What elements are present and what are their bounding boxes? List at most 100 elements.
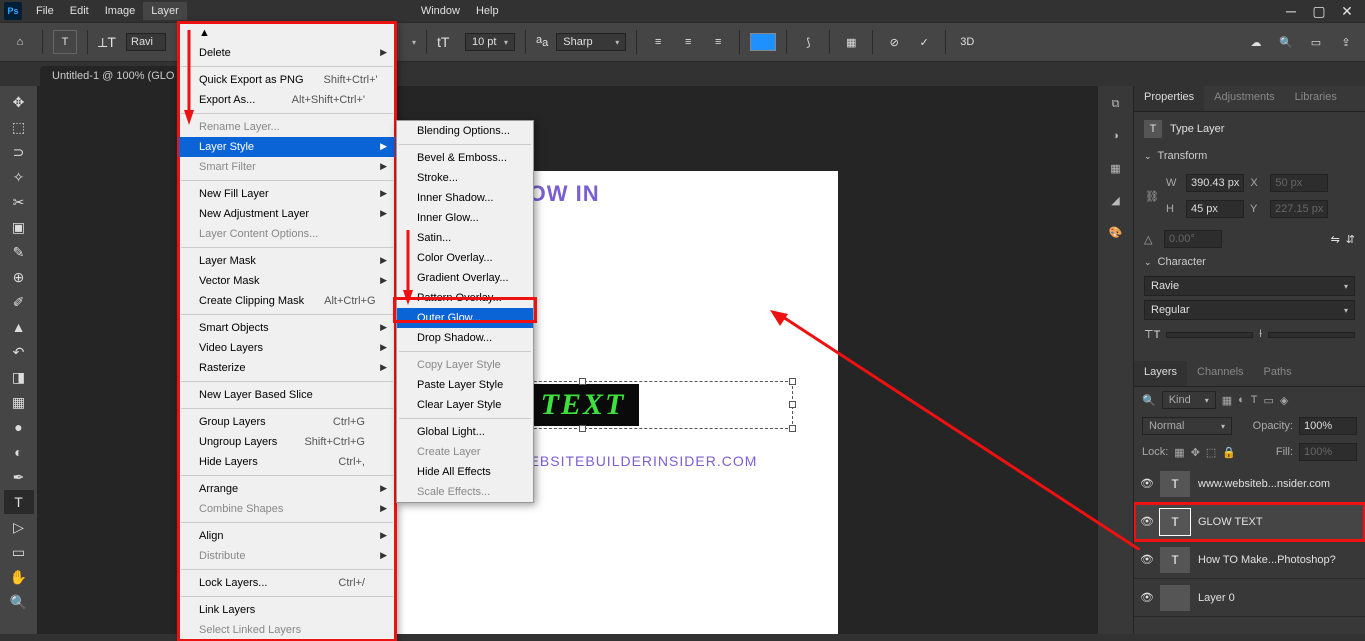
flip-h-icon[interactable]: ⇋: [1331, 233, 1340, 246]
y-field[interactable]: 227.15 px: [1270, 200, 1328, 218]
stamp-tool-icon[interactable]: ▲: [4, 315, 34, 339]
frame-tool-icon[interactable]: ▣: [4, 215, 34, 239]
dodge-tool-icon[interactable]: ◐: [4, 440, 34, 464]
heal-tool-icon[interactable]: ⊕: [4, 265, 34, 289]
zoom-tool-icon[interactable]: 🔍: [4, 590, 34, 614]
tab-adjustments[interactable]: Adjustments: [1204, 86, 1285, 111]
eyedropper-tool-icon[interactable]: ✎: [4, 240, 34, 264]
history-brush-icon[interactable]: ↶: [4, 340, 34, 364]
fill-field[interactable]: 100%: [1299, 443, 1357, 461]
menu-image[interactable]: Image: [97, 2, 144, 20]
menu-item-lock-layers-[interactable]: Lock Layers...Ctrl+/: [179, 573, 395, 593]
menu-item-select-linked-layers[interactable]: Select Linked Layers: [179, 620, 395, 640]
submenu-color-overlay-[interactable]: Color Overlay...: [397, 248, 533, 268]
submenu-bevel-emboss-[interactable]: Bevel & Emboss...: [397, 148, 533, 168]
submenu-scale-effects-[interactable]: Scale Effects...: [397, 482, 533, 502]
submenu-drop-shadow-[interactable]: Drop Shadow...: [397, 328, 533, 348]
opacity-field[interactable]: 100%: [1299, 417, 1357, 435]
type-tool-icon[interactable]: T: [4, 490, 34, 514]
close-icon[interactable]: ✕: [1333, 1, 1361, 21]
layer-row[interactable]: 👁Layer 0: [1134, 579, 1365, 617]
move-tool-icon[interactable]: ✥: [4, 90, 34, 114]
layer-row[interactable]: 👁THow TO Make...Photoshop?: [1134, 541, 1365, 579]
submenu-gradient-overlay-[interactable]: Gradient Overlay...: [397, 268, 533, 288]
menu-item-delete[interactable]: Delete▶: [179, 43, 395, 63]
tab-properties[interactable]: Properties: [1134, 86, 1204, 111]
submenu-global-light-[interactable]: Global Light...: [397, 422, 533, 442]
menu-layer[interactable]: Layer: [143, 2, 187, 20]
lock-all-icon[interactable]: 🔒: [1222, 446, 1236, 459]
commit-icon[interactable]: ✓: [913, 31, 935, 53]
swatches-panel-icon[interactable]: ▦: [1104, 156, 1128, 180]
submenu-create-layer[interactable]: Create Layer: [397, 442, 533, 462]
menu-file[interactable]: File: [28, 2, 62, 20]
menu-item-rasterize[interactable]: Rasterize▶: [179, 358, 395, 378]
align-center-icon[interactable]: ≡: [677, 31, 699, 53]
blend-mode-combo[interactable]: Normal▾: [1142, 417, 1232, 435]
lock-artboard-icon[interactable]: ⬚: [1206, 446, 1216, 459]
visibility-icon[interactable]: 👁: [1140, 515, 1152, 528]
menu-item-layer-style[interactable]: Layer Style▶: [179, 137, 395, 157]
menu-item-new-fill-layer[interactable]: New Fill Layer▶: [179, 184, 395, 204]
layer-row[interactable]: 👁Twww.websiteb...nsider.com: [1134, 465, 1365, 503]
tab-libraries[interactable]: Libraries: [1285, 86, 1347, 111]
patterns-panel-icon[interactable]: 🎨: [1104, 220, 1128, 244]
marquee-tool-icon[interactable]: ⬚: [4, 115, 34, 139]
antialias-combo[interactable]: Sharp▾: [556, 33, 626, 51]
transform-section-header[interactable]: ⌄Transform: [1144, 146, 1355, 166]
font-family-combo[interactable]: Ravi: [126, 33, 166, 51]
visibility-icon[interactable]: 👁: [1140, 553, 1152, 566]
filter-type-icon[interactable]: T: [1251, 394, 1258, 406]
character-section-header[interactable]: ⌄Character: [1144, 252, 1355, 272]
menu-item-new-layer-based-slice[interactable]: New Layer Based Slice: [179, 385, 395, 405]
cloud-docs-icon[interactable]: ☁: [1245, 31, 1267, 53]
submenu-copy-layer-style[interactable]: Copy Layer Style: [397, 355, 533, 375]
maximize-icon[interactable]: ▢: [1305, 1, 1333, 21]
pen-tool-icon[interactable]: ✒: [4, 465, 34, 489]
gradient-tool-icon[interactable]: ▦: [4, 390, 34, 414]
menu-item-hide-layers[interactable]: Hide LayersCtrl+,: [179, 452, 395, 472]
font-family-panel-combo[interactable]: Ravie▾: [1144, 276, 1355, 296]
menu-item-link-layers[interactable]: Link Layers: [179, 600, 395, 620]
lock-pixels-icon[interactable]: ▦: [1174, 446, 1184, 459]
font-style-chevron-icon[interactable]: ▾: [412, 38, 416, 47]
menu-item-ungroup-layers[interactable]: Ungroup LayersShift+Ctrl+G: [179, 432, 395, 452]
cancel-icon[interactable]: ⊘: [883, 31, 905, 53]
crop-tool-icon[interactable]: ✂: [4, 190, 34, 214]
menu-item-distribute[interactable]: Distribute▶: [179, 546, 395, 566]
menu-item-create-clipping-mask[interactable]: Create Clipping MaskAlt+Ctrl+G: [179, 291, 395, 311]
history-panel-icon[interactable]: ⧉: [1104, 92, 1128, 116]
brush-tool-icon[interactable]: ✐: [4, 290, 34, 314]
submenu-hide-all-effects[interactable]: Hide All Effects: [397, 462, 533, 482]
visibility-icon[interactable]: 👁: [1140, 477, 1152, 490]
submenu-paste-layer-style[interactable]: Paste Layer Style: [397, 375, 533, 395]
menu-item-top[interactable]: ▲: [179, 23, 395, 43]
align-left-icon[interactable]: ≡: [647, 31, 669, 53]
filter-adjust-icon[interactable]: ◐: [1238, 394, 1245, 406]
tab-paths[interactable]: Paths: [1254, 361, 1302, 386]
wand-tool-icon[interactable]: ✧: [4, 165, 34, 189]
orientation-icon[interactable]: ⟂T: [98, 34, 118, 51]
filter-shape-icon[interactable]: ▭: [1264, 394, 1274, 407]
menu-help[interactable]: Help: [468, 2, 507, 20]
menu-item-video-layers[interactable]: Video Layers▶: [179, 338, 395, 358]
flip-v-icon[interactable]: ⇵: [1346, 233, 1355, 246]
submenu-inner-shadow-[interactable]: Inner Shadow...: [397, 188, 533, 208]
menu-item-group-layers[interactable]: Group LayersCtrl+G: [179, 412, 395, 432]
submenu-inner-glow-[interactable]: Inner Glow...: [397, 208, 533, 228]
lock-pos-icon[interactable]: ✥: [1191, 446, 1200, 459]
color-panel-icon[interactable]: ◑: [1104, 124, 1128, 148]
tab-channels[interactable]: Channels: [1187, 361, 1253, 386]
font-size-panel-field[interactable]: [1166, 332, 1253, 338]
filter-smart-icon[interactable]: ◈: [1280, 394, 1288, 407]
angle-field[interactable]: 0.00°: [1164, 230, 1222, 248]
submenu-clear-layer-style[interactable]: Clear Layer Style: [397, 395, 533, 415]
menu-edit[interactable]: Edit: [62, 2, 97, 20]
submenu-satin-[interactable]: Satin...: [397, 228, 533, 248]
lasso-tool-icon[interactable]: ⊃: [4, 140, 34, 164]
align-right-icon[interactable]: ≡: [707, 31, 729, 53]
menu-window[interactable]: Window: [413, 2, 468, 20]
menu-item-smart-filter[interactable]: Smart Filter▶: [179, 157, 395, 177]
hand-tool-icon[interactable]: ✋: [4, 565, 34, 589]
menu-item-smart-objects[interactable]: Smart Objects▶: [179, 318, 395, 338]
